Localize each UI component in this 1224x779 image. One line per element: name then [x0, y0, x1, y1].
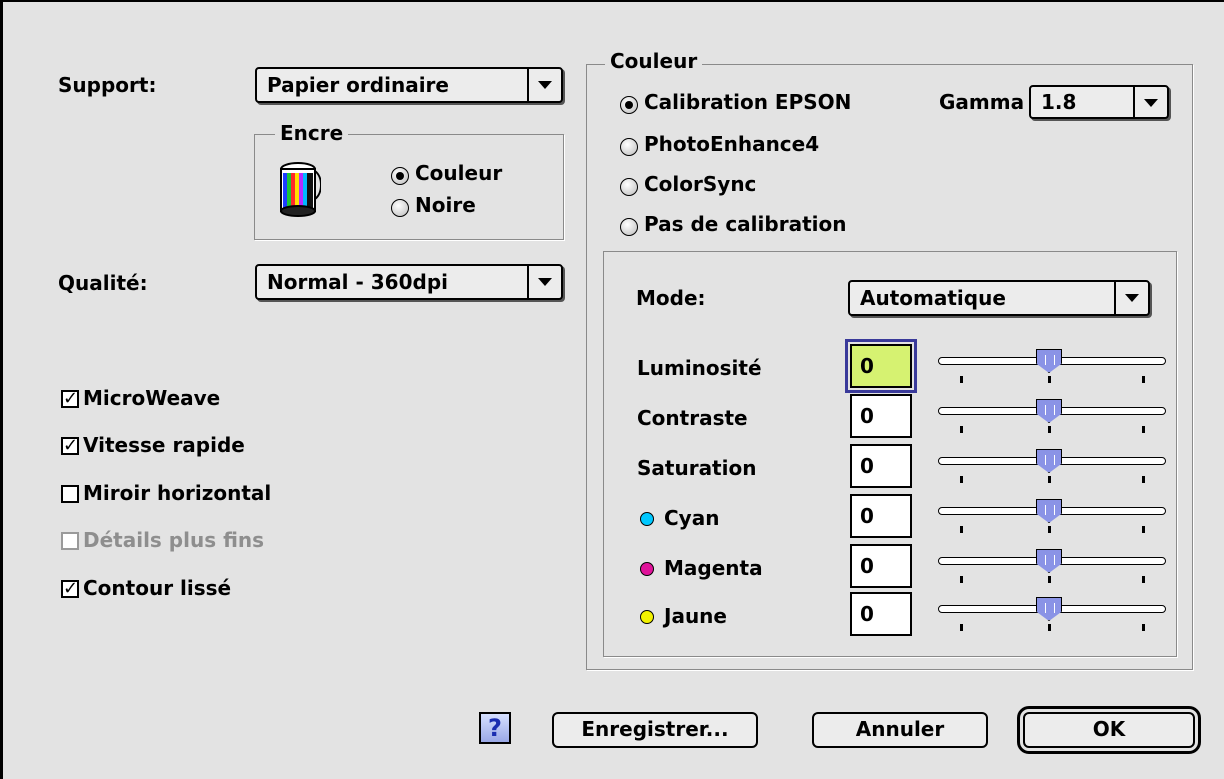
contour-lisse-checkbox[interactable]: ✓	[61, 580, 79, 598]
miroir-horizontal-checkbox[interactable]	[61, 485, 79, 503]
support-popup[interactable]: Papier ordinaire	[255, 67, 563, 103]
colorsync-radio[interactable]	[620, 178, 638, 196]
calibration-epson-label[interactable]: Calibration EPSON	[644, 90, 851, 114]
cyan-field[interactable]: 0	[850, 494, 912, 538]
help-icon[interactable]: ?	[479, 712, 511, 744]
chevron-down-icon	[527, 69, 561, 101]
qualite-popup-value: Normal - 360dpi	[267, 270, 448, 294]
chevron-down-icon	[1114, 282, 1148, 314]
cyan-label: Cyan	[664, 506, 720, 530]
pas-de-calibration-radio[interactable]	[620, 218, 638, 236]
encre-couleur-radio[interactable]	[391, 167, 409, 185]
details-plus-fins-label: Détails plus fins	[83, 528, 265, 552]
luminosite-field[interactable]: 0	[845, 339, 917, 393]
magenta-label: Magenta	[664, 556, 763, 580]
encre-noire-label[interactable]: Noire	[415, 193, 476, 217]
mode-popup-value: Automatique	[860, 286, 1006, 310]
ok-button[interactable]: OK	[1017, 706, 1201, 754]
pas-de-calibration-label[interactable]: Pas de calibration	[644, 212, 846, 236]
encre-noire-radio[interactable]	[391, 199, 409, 217]
support-label: Support:	[58, 73, 157, 97]
jaune-dot-icon	[640, 610, 654, 624]
luminosite-slider[interactable]	[938, 349, 1166, 392]
encre-group: Encre Couleur Noire	[254, 121, 564, 240]
encre-group-title: Encre	[275, 121, 349, 145]
miroir-horizontal-label[interactable]: Miroir horizontal	[83, 481, 271, 505]
magenta-slider[interactable]	[938, 549, 1166, 592]
gamma-popup[interactable]: 1.8	[1029, 85, 1169, 119]
vitesse-rapide-checkbox[interactable]: ✓	[61, 437, 79, 455]
saturation-slider[interactable]	[938, 449, 1166, 492]
qualite-popup[interactable]: Normal - 360dpi	[255, 264, 563, 300]
details-plus-fins-checkbox	[61, 532, 79, 550]
calibration-epson-radio[interactable]	[620, 96, 638, 114]
ink-bucket-icon	[280, 162, 321, 217]
photoenhance4-radio[interactable]	[620, 138, 638, 156]
cyan-slider[interactable]	[938, 499, 1166, 542]
vitesse-rapide-label[interactable]: Vitesse rapide	[83, 433, 245, 457]
jaune-label: Jaune	[664, 604, 727, 628]
contraste-label: Contraste	[637, 406, 748, 430]
chevron-down-icon	[527, 266, 561, 298]
save-button[interactable]: Enregistrer...	[552, 712, 758, 748]
saturation-label: Saturation	[637, 456, 757, 480]
gamma-label: Gamma	[939, 90, 1025, 114]
couleur-group-title: Couleur	[605, 49, 703, 73]
microweave-label[interactable]: MicroWeave	[83, 386, 220, 410]
qualite-label: Qualité:	[58, 271, 148, 295]
couleur-group: Couleur Calibration EPSON Gamma 1.8 Phot…	[586, 49, 1193, 670]
chevron-down-icon	[1133, 87, 1167, 117]
contraste-slider[interactable]	[938, 399, 1166, 442]
contour-lisse-label[interactable]: Contour lissé	[83, 576, 231, 600]
photoenhance4-label[interactable]: PhotoEnhance4	[644, 132, 819, 156]
cyan-dot-icon	[640, 512, 654, 526]
saturation-field[interactable]: 0	[850, 444, 912, 488]
mode-popup[interactable]: Automatique	[848, 280, 1150, 316]
magenta-dot-icon	[640, 562, 654, 576]
mode-label: Mode:	[636, 286, 706, 310]
print-options-dialog: Support: Papier ordinaire Encre Couleur …	[0, 0, 1224, 779]
jaune-slider[interactable]	[938, 597, 1166, 640]
microweave-checkbox[interactable]: ✓	[61, 390, 79, 408]
gamma-popup-value: 1.8	[1041, 90, 1077, 114]
support-popup-value: Papier ordinaire	[267, 73, 449, 97]
cancel-button[interactable]: Annuler	[812, 712, 988, 748]
luminosite-label: Luminosité	[637, 356, 762, 380]
adjustments-panel: Mode: Automatique Luminosité 0 Contraste…	[603, 251, 1177, 657]
contraste-field[interactable]: 0	[850, 394, 912, 438]
colorsync-label[interactable]: ColorSync	[644, 172, 756, 196]
encre-couleur-label[interactable]: Couleur	[415, 161, 502, 185]
magenta-field[interactable]: 0	[850, 544, 912, 588]
jaune-field[interactable]: 0	[850, 592, 912, 636]
